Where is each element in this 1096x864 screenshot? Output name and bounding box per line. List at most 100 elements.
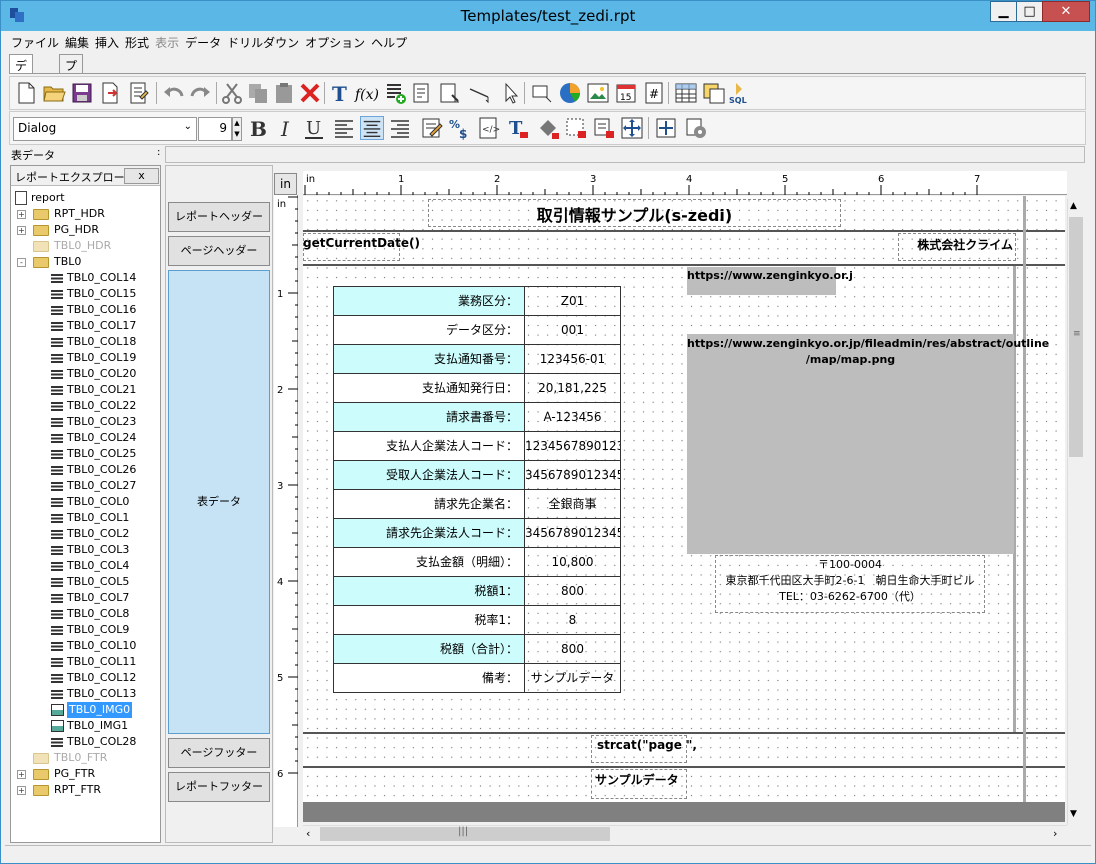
settings-icon[interactable] <box>684 116 708 140</box>
paste-icon[interactable] <box>272 81 296 105</box>
table-label-cell[interactable]: 税率1： <box>333 605 525 635</box>
tab-preview[interactable]: プレビュー <box>59 54 84 141</box>
save-icon[interactable] <box>70 81 94 105</box>
tree-item[interactable]: TBL0_IMG0 <box>11 702 159 718</box>
minimize-button[interactable]: ▁ <box>990 1 1017 22</box>
insert-subreport-icon[interactable] <box>438 81 462 105</box>
footer-text[interactable]: サンプルデータ <box>595 771 679 788</box>
table-value-cell[interactable]: 3456789012345 <box>524 460 621 490</box>
menu-help[interactable]: ヘルプ <box>369 32 411 51</box>
table-label-cell[interactable]: 請求先企業名： <box>333 489 525 519</box>
table-value-cell[interactable]: 20,181,225 <box>524 373 621 403</box>
tree-item[interactable]: TBL0_COL11 <box>11 654 159 670</box>
tree-item[interactable]: TBL0_FTR <box>11 750 159 766</box>
table-icon[interactable] <box>674 81 698 105</box>
tree-item[interactable]: report <box>11 190 159 206</box>
font-size-field[interactable]: 9 <box>198 117 232 141</box>
table-value-cell[interactable]: 10,800 <box>524 547 621 577</box>
collapse-icon[interactable]: - <box>17 258 26 267</box>
section-page-header[interactable]: ページヘッダー <box>168 236 270 266</box>
tree-item[interactable]: TBL0_COL28 <box>11 734 159 750</box>
crosstab-icon[interactable] <box>702 81 726 105</box>
menu-format[interactable]: 形式 <box>123 32 153 51</box>
tree-item[interactable]: TBL0_COL19 <box>11 350 159 366</box>
tree-item[interactable]: TBL0_COL14 <box>11 270 159 286</box>
table-value-cell[interactable]: 1234567890123 <box>524 431 621 461</box>
delete-icon[interactable] <box>298 81 322 105</box>
table-value-cell[interactable]: 8 <box>524 605 621 635</box>
menu-insert[interactable]: 挿入 <box>93 32 123 51</box>
menu-drilldown[interactable]: ドリルダウン <box>225 32 303 51</box>
tree-item[interactable]: TBL0_COL16 <box>11 302 159 318</box>
undo-icon[interactable] <box>162 81 186 105</box>
rectangle-tool-icon[interactable] <box>530 81 554 105</box>
insert-field-icon[interactable] <box>410 81 434 105</box>
horizontal-scrollbar[interactable]: ‹ ||| › <box>303 825 1067 842</box>
border-icon[interactable] <box>564 116 588 140</box>
tree-item[interactable]: TBL0_COL4 <box>11 558 159 574</box>
tree-item[interactable]: TBL0_COL25 <box>11 446 159 462</box>
table-value-cell[interactable]: 001 <box>524 315 621 345</box>
table-label-cell[interactable]: 支払通知番号： <box>333 344 525 374</box>
splitter-grip[interactable]: : <box>157 147 160 158</box>
tree-item[interactable]: TBL0_COL17 <box>11 318 159 334</box>
font-select[interactable]: Dialog ⌄ <box>13 117 197 141</box>
table-label-cell[interactable]: 業務区分： <box>333 286 525 316</box>
table-label-cell[interactable]: 受取人企業法人コード： <box>333 460 525 490</box>
tree-item[interactable]: TBL0_COL12 <box>11 670 159 686</box>
menu-edit[interactable]: 編集 <box>63 32 93 51</box>
table-value-cell[interactable]: A-123456 <box>524 402 621 432</box>
bold-icon[interactable]: B <box>246 116 270 140</box>
tree-item[interactable]: TBL0_COL1 <box>11 510 159 526</box>
table-label-cell[interactable]: 支払金額（明細）： <box>333 547 525 577</box>
redo-icon[interactable] <box>188 81 212 105</box>
section-report-footer[interactable]: レポートフッター <box>168 772 270 802</box>
line-tool-icon[interactable] <box>468 81 492 105</box>
table-value-cell[interactable]: 800 <box>524 576 621 606</box>
align-left-icon[interactable] <box>332 116 356 140</box>
italic-icon[interactable]: I <box>274 116 298 140</box>
tree-item[interactable]: TBL0_COL0 <box>11 494 159 510</box>
chart-icon[interactable] <box>558 81 582 105</box>
tab-design[interactable]: デザイン <box>9 54 34 124</box>
move-icon[interactable] <box>620 116 644 140</box>
sql-icon[interactable]: SQL <box>728 81 752 105</box>
align-center-icon[interactable] <box>360 116 384 140</box>
text-color-icon[interactable]: T <box>506 116 530 140</box>
tree-item[interactable]: TBL0_COL26 <box>11 462 159 478</box>
design-canvas[interactable]: 取引情報サンプル(s-zedi) getCurrentDate() 株式会社クラ… <box>303 196 1065 822</box>
expand-icon[interactable]: + <box>17 770 26 779</box>
scroll-up-icon[interactable]: ▲ <box>1070 201 1077 211</box>
tree-item[interactable]: TBL0_COL21 <box>11 382 159 398</box>
image-icon[interactable] <box>586 81 610 105</box>
open-icon[interactable] <box>42 81 66 105</box>
tree-item[interactable]: TBL0_COL15 <box>11 286 159 302</box>
date-field[interactable]: getCurrentDate() <box>303 236 420 250</box>
table-label-cell[interactable]: 税額（合計）： <box>333 634 525 664</box>
table-label-cell[interactable]: 支払人企業法人コード： <box>333 431 525 461</box>
tree-item[interactable]: TBL0_COL24 <box>11 430 159 446</box>
add-column-icon[interactable] <box>384 81 408 105</box>
align-right-icon[interactable] <box>388 116 412 140</box>
page-number-icon[interactable]: # <box>642 81 666 105</box>
explorer-close-button[interactable]: x <box>124 168 159 184</box>
tree-item[interactable]: + PG_FTR <box>11 766 159 782</box>
edit-format-icon[interactable] <box>420 116 444 140</box>
table-value-cell[interactable]: 123456-01 <box>524 344 621 374</box>
formula-icon[interactable]: f(x) <box>354 81 378 105</box>
tree-item[interactable]: TBL0_COL22 <box>11 398 159 414</box>
menu-options[interactable]: オプション <box>303 32 369 51</box>
tree-item[interactable]: TBL0_COL27 <box>11 478 159 494</box>
table-value-cell[interactable]: 3456789012345 <box>524 518 621 548</box>
expand-icon[interactable]: + <box>17 786 26 795</box>
tree-item[interactable]: TBL0_COL13 <box>11 686 159 702</box>
html-icon[interactable]: </> <box>476 116 500 140</box>
table-value-cell[interactable]: 800 <box>524 634 621 664</box>
report-title[interactable]: 取引情報サンプル(s-zedi) <box>428 202 841 226</box>
tree-item[interactable]: TBL0_HDR <box>11 238 159 254</box>
company-field[interactable]: 株式会社クライム <box>903 236 1013 253</box>
scroll-right-icon[interactable]: › <box>1053 827 1057 840</box>
maximize-button[interactable]: □ <box>1016 1 1043 22</box>
tree-item[interactable]: TBL0_COL5 <box>11 574 159 590</box>
tree-item[interactable]: TBL0_COL8 <box>11 606 159 622</box>
